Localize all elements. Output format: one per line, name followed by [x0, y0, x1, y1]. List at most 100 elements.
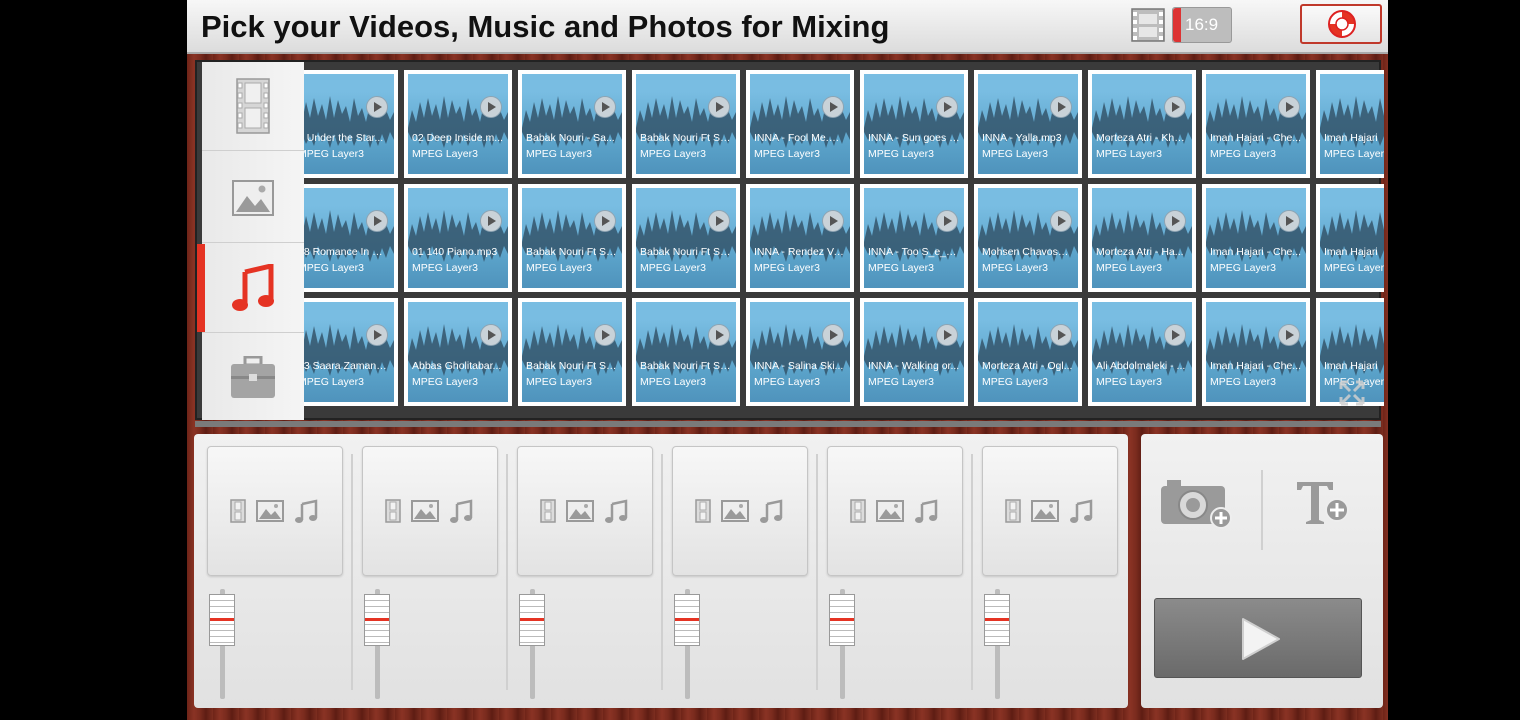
sidebar-item-photos[interactable]: [202, 154, 304, 243]
media-tile[interactable]: INNA - Too S_e_x... MPEG Layer3: [860, 184, 968, 292]
media-tile[interactable]: 08 Romance In Ri... MPEG Layer3: [304, 184, 398, 292]
media-file-name: Babak Nouri Ft Sc...: [526, 246, 618, 258]
play-preview-icon[interactable]: [822, 210, 844, 232]
media-tile[interactable]: 1 Under the Star... MPEG Layer3: [304, 70, 398, 178]
page-title: Pick your Videos, Music and Photos for M…: [201, 9, 890, 44]
play-preview-icon[interactable]: [1050, 324, 1072, 346]
media-tile[interactable]: INNA - Yalla.mp3 MPEG Layer3: [974, 70, 1082, 178]
add-text-button[interactable]: [1293, 476, 1353, 530]
media-file-format: MPEG Layer3: [412, 376, 478, 388]
play-preview-icon[interactable]: [366, 96, 388, 118]
play-preview-icon[interactable]: [1050, 210, 1072, 232]
play-preview-icon[interactable]: [1050, 96, 1072, 118]
media-tile[interactable]: Iman Hajari - Che... MPEG Layer3: [1202, 70, 1310, 178]
play-preview-icon[interactable]: [366, 210, 388, 232]
play-preview-icon[interactable]: [936, 96, 958, 118]
play-preview-icon[interactable]: [1278, 324, 1300, 346]
horizontal-scrollbar[interactable]: [195, 421, 1381, 427]
media-tile[interactable]: 01 140 Piano.mp3 MPEG Layer3: [404, 184, 512, 292]
play-preview-icon[interactable]: [1164, 96, 1186, 118]
volume-fader-knob[interactable]: [984, 594, 1010, 646]
fader-marker: [830, 618, 854, 621]
media-file-name: 03 Saara Zamane...: [304, 360, 390, 372]
play-preview-icon[interactable]: [822, 96, 844, 118]
media-tile[interactable]: INNA - Rendez Vo... MPEG Layer3: [746, 184, 854, 292]
sidebar-item-videos[interactable]: [202, 62, 304, 151]
media-tile[interactable]: Iman Hajari MPEG Layer3: [1316, 70, 1384, 178]
play-preview-icon[interactable]: [480, 324, 502, 346]
volume-fader-knob[interactable]: [674, 594, 700, 646]
media-tile[interactable]: INNA - Walking or... MPEG Layer3: [860, 298, 968, 406]
media-tile[interactable]: Abbas Gholitabar... MPEG Layer3: [404, 298, 512, 406]
volume-fader-knob[interactable]: [209, 594, 235, 646]
media-tile[interactable]: INNA - Salina Ski... MPEG Layer3: [746, 298, 854, 406]
music-note-icon: [449, 499, 473, 528]
expand-arrows-icon[interactable]: [1337, 378, 1367, 408]
fader-marker: [985, 618, 1009, 621]
media-tile[interactable]: Morteza Atri - Ogl... MPEG Layer3: [974, 298, 1082, 406]
sidebar-item-music[interactable]: [197, 244, 304, 333]
image-icon: [1031, 500, 1059, 527]
media-drop-slot[interactable]: [517, 446, 653, 576]
media-tile[interactable]: Babak Nouri Ft Sc... MPEG Layer3: [518, 298, 626, 406]
media-tile[interactable]: INNA - Sun goes l... MPEG Layer3: [860, 70, 968, 178]
volume-fader-knob[interactable]: [519, 594, 545, 646]
play-preview-icon[interactable]: [594, 96, 616, 118]
media-tile[interactable]: Babak Nouri Ft Sc... MPEG Layer3: [632, 70, 740, 178]
media-tile[interactable]: Mohsen Chavosh ... MPEG Layer3: [974, 184, 1082, 292]
add-photo-button[interactable]: [1159, 476, 1233, 530]
aspect-ratio-toggle[interactable]: 16:9: [1172, 7, 1232, 43]
fader-marker: [210, 618, 234, 621]
play-preview-icon[interactable]: [708, 324, 730, 346]
play-preview-icon[interactable]: [708, 210, 730, 232]
audio-thumbnail: INNA - Fool Me.m... MPEG Layer3: [750, 74, 850, 174]
media-tile[interactable]: Morteza Atri - Ha... MPEG Layer3: [1088, 184, 1196, 292]
media-tile[interactable]: Babak Nouri Ft Sc... MPEG Layer3: [518, 184, 626, 292]
film-ratio-icon[interactable]: [1130, 6, 1166, 44]
help-button[interactable]: [1300, 4, 1382, 44]
play-preview-button[interactable]: [1154, 598, 1362, 678]
audio-thumbnail: INNA - Yalla.mp3 MPEG Layer3: [978, 74, 1078, 174]
media-tile[interactable]: Babak Nouri Ft Sc... MPEG Layer3: [632, 184, 740, 292]
play-preview-icon[interactable]: [822, 324, 844, 346]
play-preview-icon[interactable]: [1164, 210, 1186, 232]
media-tile[interactable]: Iman Hajari - Che... MPEG Layer3: [1202, 298, 1310, 406]
media-tile[interactable]: Ali Abdolmaleki - ... MPEG Layer3: [1088, 298, 1196, 406]
media-tile[interactable]: Babak Nouri Ft Sc... MPEG Layer3: [632, 298, 740, 406]
play-preview-icon[interactable]: [480, 210, 502, 232]
media-tile[interactable]: INNA - Fool Me.m... MPEG Layer3: [746, 70, 854, 178]
mixer-channel: [670, 444, 808, 704]
play-preview-icon[interactable]: [594, 210, 616, 232]
media-drop-slot[interactable]: [207, 446, 343, 576]
play-preview-icon[interactable]: [594, 324, 616, 346]
play-preview-icon[interactable]: [480, 96, 502, 118]
media-tile[interactable]: Morteza Atri - Kho... MPEG Layer3: [1088, 70, 1196, 178]
media-tile[interactable]: 02 Deep Inside.m... MPEG Layer3: [404, 70, 512, 178]
play-preview-icon[interactable]: [1278, 96, 1300, 118]
media-file-format: MPEG Layer3: [982, 148, 1048, 160]
volume-fader-knob[interactable]: [364, 594, 390, 646]
play-preview-icon[interactable]: [936, 324, 958, 346]
play-preview-icon[interactable]: [366, 324, 388, 346]
media-tile[interactable]: Iman Hajari MPEG Layer3: [1316, 184, 1384, 292]
media-tile[interactable]: Iman Hajari - Che... MPEG Layer3: [1202, 184, 1310, 292]
slot-icons: [540, 499, 628, 528]
volume-fader-knob[interactable]: [829, 594, 855, 646]
media-drop-slot[interactable]: [672, 446, 808, 576]
play-preview-icon[interactable]: [708, 96, 730, 118]
media-drop-slot[interactable]: [827, 446, 963, 576]
mixer-channel: [360, 444, 498, 704]
media-drop-slot[interactable]: [982, 446, 1118, 576]
media-tile[interactable]: 03 Saara Zamane... MPEG Layer3: [304, 298, 398, 406]
play-preview-icon[interactable]: [936, 210, 958, 232]
channel-divider: [351, 454, 353, 690]
play-preview-icon[interactable]: [1278, 210, 1300, 232]
play-preview-icon[interactable]: [1164, 324, 1186, 346]
audio-thumbnail: 1 Under the Star... MPEG Layer3: [304, 74, 394, 174]
sidebar-item-extras[interactable]: [202, 334, 304, 422]
media-file-name: 08 Romance In Ri...: [304, 246, 390, 258]
audio-thumbnail: Iman Hajari - Che... MPEG Layer3: [1206, 302, 1306, 402]
audio-thumbnail: INNA - Salina Ski... MPEG Layer3: [750, 302, 850, 402]
media-tile[interactable]: Babak Nouri - Sa... MPEG Layer3: [518, 70, 626, 178]
media-drop-slot[interactable]: [362, 446, 498, 576]
